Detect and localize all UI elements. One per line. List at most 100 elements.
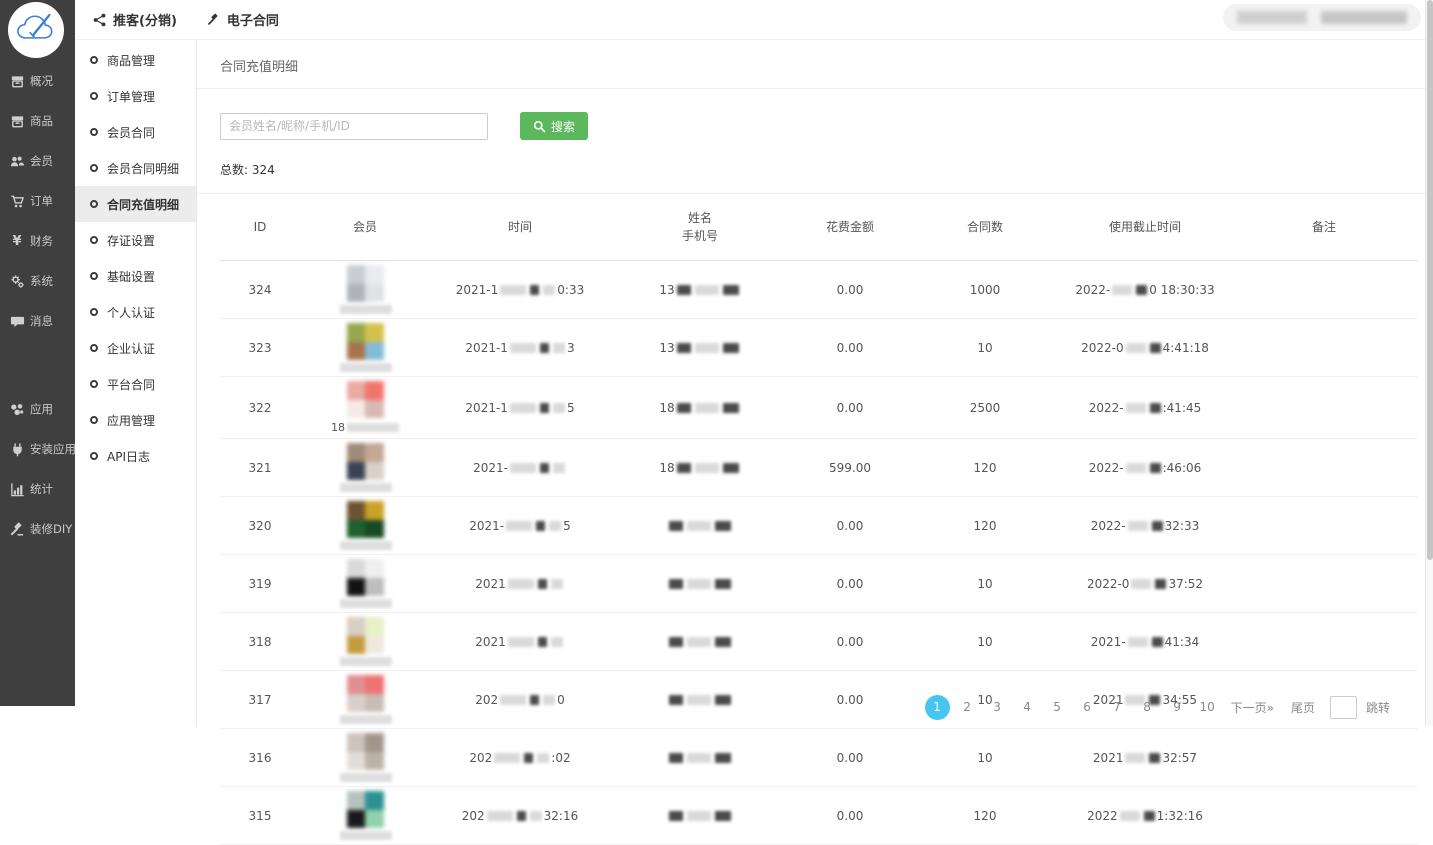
submenu-item-contract-recharge-detail[interactable]: 合同充值明细: [75, 186, 196, 222]
member-nickname-redacted: [340, 715, 392, 724]
sidebar-item-finance[interactable]: ¥ 财务: [0, 221, 75, 261]
cell-count: 1000: [910, 261, 1060, 319]
pagination-jump-label: 跳转: [1366, 699, 1390, 716]
submenu-item-goods-manage[interactable]: 商品管理: [75, 42, 196, 78]
table-row[interactable]: 319 2021 0.00 10 2022-037:52: [220, 555, 1418, 613]
cell-member: 18: [300, 377, 430, 439]
topnav-item-label: 电子合同: [227, 10, 279, 29]
submenu-item-order-manage[interactable]: 订单管理: [75, 78, 196, 114]
sidebar-item-members[interactable]: 会员: [0, 141, 75, 181]
submenu-item-member-contract[interactable]: 会员合同: [75, 114, 196, 150]
deadline-redacted: [1125, 753, 1145, 763]
sidebar-group-gap: [0, 341, 75, 389]
cell-id: 317: [220, 671, 300, 729]
deadline-redacted: [1126, 343, 1146, 353]
cell-id: 321: [220, 439, 300, 497]
cell-member: [300, 729, 430, 787]
pagination-page[interactable]: 2: [955, 695, 980, 720]
submenu-item-label: API日志: [107, 448, 150, 465]
cell-remark: [1230, 497, 1418, 555]
sidebar-item-stats[interactable]: 统计: [0, 469, 75, 509]
pagination-page[interactable]: 3: [985, 695, 1010, 720]
cell-member: [300, 319, 430, 377]
pagination-page[interactable]: 1: [925, 695, 950, 720]
table-row[interactable]: 318 2021 0.00 10 2021-41:34: [220, 613, 1418, 671]
scrollbar-thumb[interactable]: [1427, 0, 1433, 560]
install-apps-icon: [9, 442, 25, 457]
app-logo[interactable]: [8, 2, 64, 58]
pagination-jump-input[interactable]: [1330, 696, 1357, 719]
table-row[interactable]: 322 18 2021-15 18 0.00 2500 2022-:41:45: [220, 377, 1418, 439]
cell-phone: [610, 671, 790, 729]
cell-id: 316: [220, 729, 300, 787]
pagination-page[interactable]: 6: [1075, 695, 1100, 720]
pagination-page[interactable]: 10: [1195, 695, 1220, 720]
topnav-item-distribution[interactable]: 推客(分销): [93, 10, 177, 29]
pagination-page[interactable]: 8: [1135, 695, 1160, 720]
gavel-icon: [207, 13, 221, 27]
member-nickname-fragment: 18: [331, 421, 345, 434]
pagination-last-button[interactable]: 尾页: [1285, 699, 1321, 716]
sidebar-item-label: 会员: [30, 153, 53, 169]
submenu-item-member-contract-detail[interactable]: 会员合同明细: [75, 150, 196, 186]
time-redacted: [487, 811, 513, 821]
deadline-redacted: [1128, 637, 1148, 647]
topnav-item-econtract[interactable]: 电子合同: [207, 10, 279, 29]
phone-redacted: [669, 695, 683, 705]
submenu-item-enterprise-auth[interactable]: 企业认证: [75, 330, 196, 366]
sidebar-item-decorate-diy[interactable]: 装修DIY: [0, 509, 75, 549]
table-row[interactable]: 324 2021-10:33 13 0.00 1000 2022-0 18:30…: [220, 261, 1418, 319]
submenu-item-app-manage[interactable]: 应用管理: [75, 402, 196, 438]
cell-id: 315: [220, 787, 300, 845]
submenu-item-evidence-settings[interactable]: 存证设置: [75, 222, 196, 258]
cell-remark: [1230, 613, 1418, 671]
circle-icon: [90, 308, 98, 316]
search-icon: [533, 120, 546, 133]
table-header-row: ID 会员 时间 姓名 手机号 花费金额 合同数 使用截止时间 备注: [220, 194, 1418, 261]
table-row[interactable]: 320 2021-5 0.00 120 2022-32:33: [220, 497, 1418, 555]
sidebar-item-goods[interactable]: 商品: [0, 101, 75, 141]
time-redacted: [494, 753, 520, 763]
cell-deadline: 202132:57: [1060, 729, 1230, 787]
submenu-item-api-log[interactable]: API日志: [75, 438, 196, 474]
table-row[interactable]: 316 202:02 0.00 10 202132:57: [220, 729, 1418, 787]
cell-remark: [1230, 261, 1418, 319]
search-input[interactable]: [220, 113, 488, 140]
table-row[interactable]: 323 2021-13 13 0.00 10 2022-04:41:18: [220, 319, 1418, 377]
sidebar-item-install-apps[interactable]: 安装应用: [0, 429, 75, 469]
submenu-item-basic-settings[interactable]: 基础设置: [75, 258, 196, 294]
account-role-redacted: [1321, 11, 1407, 24]
sidebar-item-system[interactable]: 系统: [0, 261, 75, 301]
time-redacted: [500, 695, 526, 705]
search-button[interactable]: 搜索: [520, 112, 588, 140]
cell-time: 2021-13: [430, 319, 610, 377]
sidebar-item-label: 统计: [30, 481, 53, 497]
sidebar-item-label: 概况: [30, 73, 53, 89]
sidebar-item-messages[interactable]: 消息: [0, 301, 75, 341]
submenu-item-platform-contract[interactable]: 平台合同: [75, 366, 196, 402]
decorate-icon: [9, 522, 25, 537]
submenu-item-personal-auth[interactable]: 个人认证: [75, 294, 196, 330]
pagination-page[interactable]: 4: [1015, 695, 1040, 720]
sidebar-item-orders[interactable]: 订单: [0, 181, 75, 221]
member-nickname-redacted: [340, 305, 392, 314]
table-row[interactable]: 321 2021- 18 599.00 120 2022-:46:06: [220, 439, 1418, 497]
submenu-item-label: 个人认证: [107, 304, 155, 321]
pagination-page[interactable]: 9: [1165, 695, 1190, 720]
cell-phone: 18: [610, 439, 790, 497]
deadline-redacted: [1126, 463, 1146, 473]
table-row[interactable]: 315 20232:16 0.00 120 20221:32:16: [220, 787, 1418, 845]
cell-time: 2021-15: [430, 377, 610, 439]
cell-phone: [610, 497, 790, 555]
sidebar-item-apps[interactable]: 应用: [0, 389, 75, 429]
pagination-next-button[interactable]: 下一页»: [1225, 699, 1280, 716]
phone-redacted: [677, 463, 691, 473]
account-info[interactable]: [1223, 4, 1421, 31]
goods-icon: [9, 114, 25, 129]
pagination-page[interactable]: 7: [1105, 695, 1130, 720]
member-nickname-redacted: [340, 599, 392, 608]
pagination-page[interactable]: 5: [1045, 695, 1070, 720]
cell-amount: 0.00: [790, 377, 910, 439]
vertical-scrollbar[interactable]: [1425, 0, 1433, 726]
sidebar-item-overview[interactable]: 概况: [0, 61, 75, 101]
